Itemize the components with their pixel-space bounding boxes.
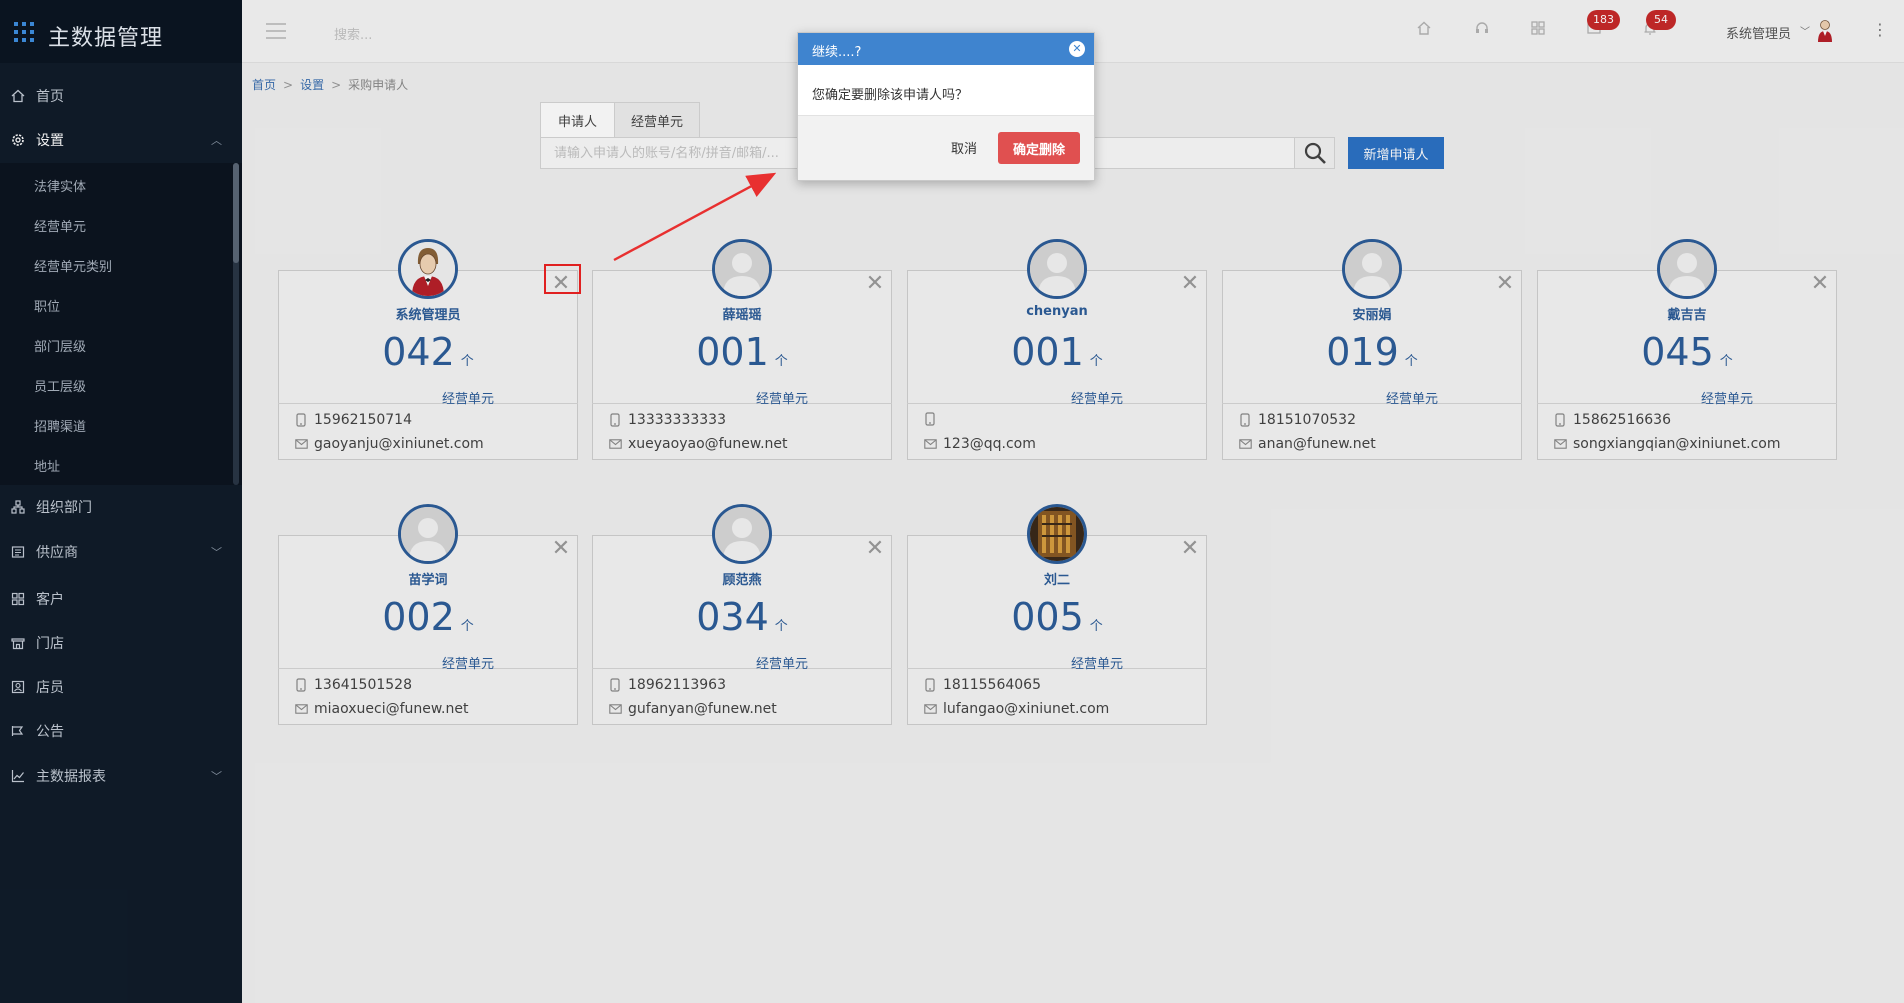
annotation-highlight-box [544,264,581,294]
dialog-message: 您确定要删除该申请人吗？ [812,88,969,103]
confirm-delete-button[interactable]: 确定删除 [998,132,1080,164]
close-icon[interactable]: ✕ [1069,41,1085,57]
dialog-title: 继续....? [812,45,862,60]
confirm-delete-dialog: 继续....? ✕ 您确定要删除该申请人吗？ 取消 确定删除 [797,32,1095,181]
dialog-header: 继续....? ✕ [798,33,1094,65]
cancel-button[interactable]: 取消 [940,132,988,162]
